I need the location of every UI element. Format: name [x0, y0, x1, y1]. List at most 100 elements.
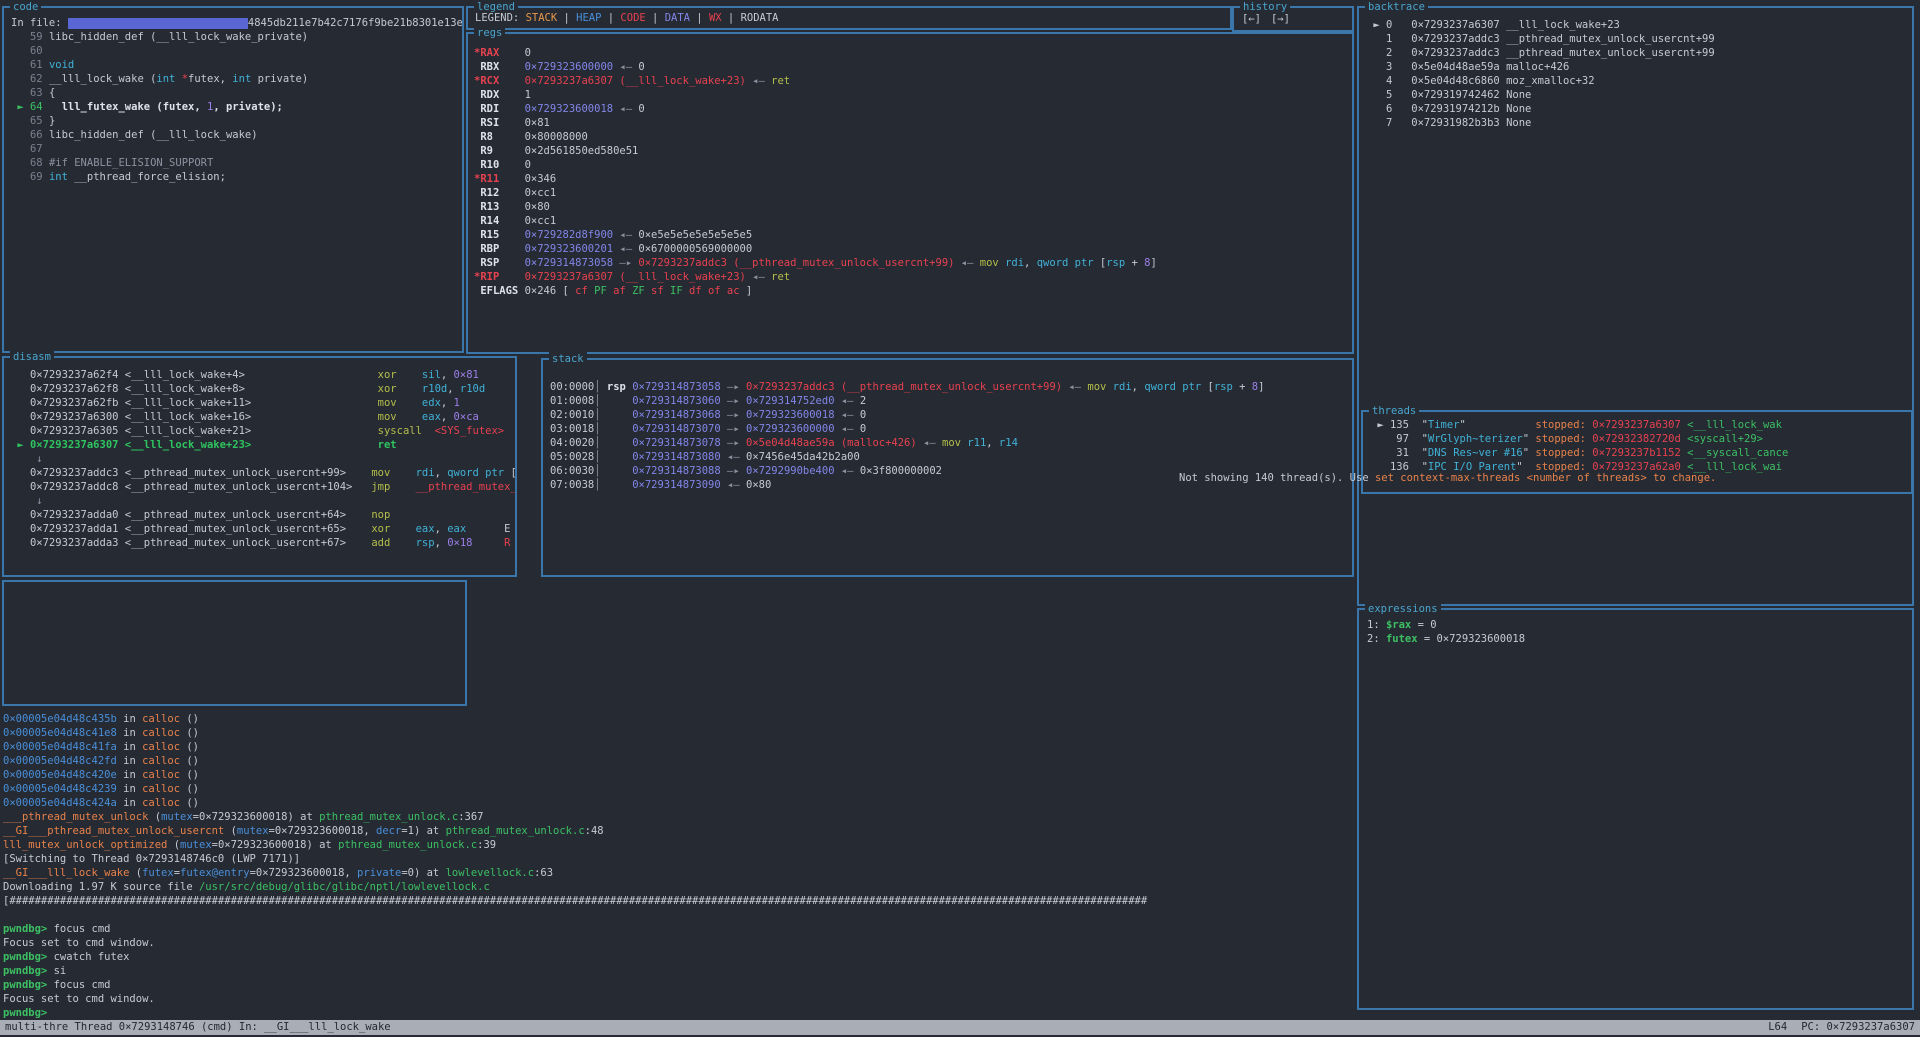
- text-segment: —▸: [721, 381, 746, 393]
- disasm-line: ↓: [11, 494, 515, 508]
- text-segment: xor: [378, 369, 397, 381]
- text-segment: futex: [1386, 633, 1418, 645]
- status-bar-indicators: L64PC: 0×7293237a6307: [1754, 1020, 1915, 1035]
- terminal-line: 0×00005e04d48c435b in calloc (): [3, 712, 1917, 726]
- text-segment: 0×7293237addc3 (__pthread_mutex_unlock_u…: [638, 257, 954, 269]
- text-segment: ,: [1024, 257, 1037, 269]
- source-line: 69 int __pthread_force_elision;: [11, 170, 462, 184]
- text-segment: ◂—: [721, 451, 746, 463]
- text-segment: in: [117, 755, 142, 767]
- text-segment: RBP: [474, 243, 499, 255]
- text-segment: 0: [638, 61, 644, 73]
- text-segment: mov: [378, 411, 397, 423]
- stack-row: 04:0020│ 0×729314873078 —▸ 0×5e04d48ae59…: [550, 436, 1352, 450]
- text-segment: 0×e5e5e5e5e5e5e5e5: [638, 229, 752, 241]
- text-segment: HEAP: [576, 12, 601, 24]
- text-segment: mutex: [180, 839, 212, 851]
- text-segment: 0: [860, 423, 866, 435]
- text-segment: private: [357, 867, 401, 879]
- text-segment: IF: [670, 285, 689, 297]
- text-segment: 0×7293237a62f8 <__lll_lock_wake+8>: [11, 383, 378, 395]
- text-segment: focus cmd: [47, 923, 110, 935]
- text-segment: DATA: [665, 12, 690, 24]
- text-segment: 3 0×5e04d48ae59a malloc+426: [1367, 61, 1569, 73]
- terminal-line: pwndbg> focus cmd: [3, 978, 1917, 992]
- text-segment: [390, 537, 415, 549]
- text-segment: —▸: [721, 465, 746, 477]
- text-segment: private): [251, 73, 308, 85]
- text-segment: r10d: [460, 383, 485, 395]
- text-segment: int: [49, 171, 68, 183]
- register-row: R14 0×cc1: [474, 214, 1352, 228]
- text-segment: , private);: [213, 101, 283, 113]
- text-segment: cwatch futex: [47, 951, 129, 963]
- backtrace-row: 7 0×72931982b3b3 None: [1367, 116, 1912, 130]
- disasm-line: 0×7293237adda1 <__pthread_mutex_unlock_u…: [11, 522, 515, 536]
- legend-panel: legend LEGEND: STACK | HEAP | CODE | DAT…: [466, 6, 1232, 30]
- text-segment: (: [148, 811, 161, 823]
- text-segment: 04:0020: [550, 437, 594, 449]
- text-segment: 61: [11, 59, 49, 71]
- text-segment: pwndbg>: [3, 951, 47, 963]
- text-segment: R10: [474, 159, 499, 171]
- text-segment: 0×729282d8f900: [499, 229, 613, 241]
- terminal-line: [#######################################…: [3, 894, 1917, 908]
- text-segment: (): [180, 713, 199, 725]
- history-panel: history [←][→]: [1232, 6, 1354, 32]
- text-segment: pwndbg>: [3, 979, 47, 991]
- text-segment: pthread_mutex_unlock.c: [319, 811, 458, 823]
- expression-row: 1: $rax = 0: [1367, 618, 1912, 632]
- text-segment: (: [167, 839, 180, 851]
- text-segment: (): [180, 783, 199, 795]
- text-segment: 65: [11, 115, 49, 127]
- text-segment: RDX: [474, 89, 499, 101]
- text-segment: in: [117, 741, 142, 753]
- text-segment: mutex: [237, 825, 269, 837]
- empty-pane: [2, 580, 467, 706]
- text-segment: 0×00005e04d48c420e: [3, 769, 117, 781]
- terminal-line: 0×00005e04d48c424a in calloc (): [3, 796, 1917, 810]
- text-segment: 62: [11, 73, 49, 85]
- text-segment: *RCX: [474, 75, 499, 87]
- text-segment: 0×7456e45da42b2a00: [746, 451, 860, 463]
- text-segment: rsp: [1214, 381, 1233, 393]
- text-segment: 0×00005e04d48c424a: [3, 797, 117, 809]
- text-segment: 00:0000: [550, 381, 594, 393]
- text-segment: set context-max-threads <number of threa…: [1375, 472, 1716, 484]
- source-line: In file: 4845db211e7b42c7176f9be21b8301e…: [11, 16, 462, 30]
- terminal-line: pwndbg> cwatch futex: [3, 950, 1917, 964]
- text-segment: 60: [11, 45, 43, 57]
- terminal-line: 0×00005e04d48c4239 in calloc (): [3, 782, 1917, 796]
- text-segment: ► 64: [11, 101, 49, 113]
- history-forward-button[interactable]: [→]: [1271, 13, 1290, 25]
- text-segment: int: [156, 73, 175, 85]
- text-segment: Downloading 1.97 K source file: [3, 881, 199, 893]
- text-segment: |: [601, 12, 620, 24]
- text-segment: 03:0018: [550, 423, 594, 435]
- text-segment: stopped:: [1535, 419, 1586, 431]
- text-segment: [#######################################…: [3, 895, 1147, 907]
- registers-view: *RAX 0 RBX 0×729323600000 ◂— 0*RCX 0×729…: [468, 34, 1352, 352]
- text-segment: si: [47, 965, 66, 977]
- source-code-view: In file: 4845db211e7b42c7176f9be21b8301e…: [4, 8, 462, 351]
- thread-row: 97 "WrGlyph~terizer" stopped: 0×72932382…: [1371, 432, 1911, 446]
- text-segment: mov: [1087, 381, 1106, 393]
- text-segment: *RAX: [474, 47, 499, 59]
- text-segment: rsp: [601, 381, 633, 393]
- text-segment: calloc: [142, 727, 180, 739]
- stack-view: 00:0000│ rsp 0×729314873058 —▸ 0×7293237…: [543, 360, 1352, 575]
- text-segment: ,: [1132, 381, 1145, 393]
- text-segment: 0×2d561850ed580e51: [493, 145, 638, 157]
- text-segment: |: [646, 12, 665, 24]
- thread-row: 31 "DNS Res~ver #16" stopped: 0×7293237b…: [1371, 446, 1911, 460]
- text-segment: cf: [575, 285, 594, 297]
- text-segment: 0×7293237a6307 (__lll_lock_wake+23): [499, 271, 746, 283]
- text-segment: futex,: [188, 73, 232, 85]
- text-segment: ◂—: [835, 423, 860, 435]
- text-segment: 0×72932382720d: [1592, 433, 1681, 445]
- history-back-button[interactable]: [←]: [1242, 13, 1261, 25]
- command-output-area[interactable]: 0×00005e04d48c435b in calloc () 0×00005e0…: [3, 712, 1917, 1020]
- text-segment: #if ENABLE_ELISION_SUPPORT: [49, 157, 213, 169]
- terminal-line: ___pthread_mutex_unlock (mutex=0×7293236…: [3, 810, 1917, 824]
- text-segment: <syscall+29>: [1687, 433, 1763, 445]
